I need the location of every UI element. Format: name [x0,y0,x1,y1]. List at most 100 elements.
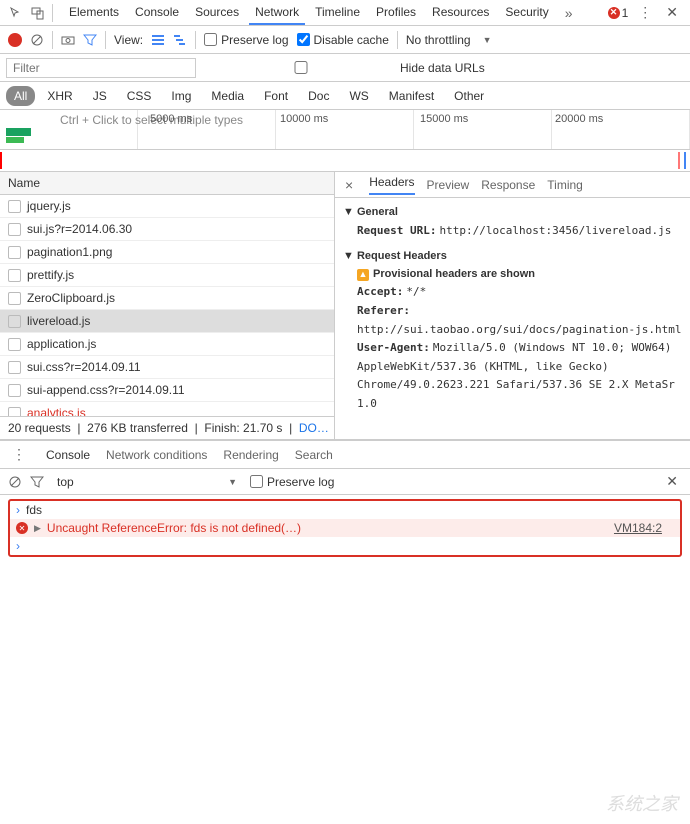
file-icon [8,315,21,328]
highlighted-console-block: › fds ✕ Uncaught ReferenceError: fds is … [8,499,682,557]
prompt-icon: › [16,503,20,517]
request-row[interactable]: sui.css?r=2014.09.11 [0,356,334,379]
tl-mark: 15000 ms [420,113,468,125]
request-row[interactable]: sui.js?r=2014.06.30 [0,218,334,241]
device-icon[interactable] [30,5,46,21]
file-icon [8,269,21,282]
file-icon [8,223,21,236]
file-icon [8,200,21,213]
type-css[interactable]: CSS [119,86,160,106]
header-row: Accept: */* [357,283,682,302]
preserve-log-check[interactable]: Preserve log [204,33,288,47]
prompt-icon: › [16,539,20,553]
expand-icon[interactable] [34,523,41,534]
drawer-tab-search[interactable]: Search [295,448,333,462]
type-xhr[interactable]: XHR [39,86,80,106]
context-selector[interactable]: top▼ [52,473,242,491]
preserve-log-console[interactable]: Preserve log [250,475,334,489]
file-icon [8,361,21,374]
throttling-select[interactable]: No throttling [406,33,471,47]
screenshot-icon[interactable] [61,35,75,45]
status-bar: 20 requests | 276 KB transferred | Finis… [0,416,334,439]
tab-timeline[interactable]: Timeline [309,1,366,25]
request-row[interactable]: pagination1.png [0,241,334,264]
error-source-link[interactable]: VM184:2 [614,521,662,535]
filter-input[interactable] [6,58,196,78]
req-headers-section[interactable]: ▼ Request Headers [343,248,682,266]
request-row[interactable]: sui-append.css?r=2014.09.11 [0,379,334,402]
console-prompt-row[interactable]: › [10,537,680,555]
timeline-overview[interactable]: Ctrl + Click to select multiple types 50… [0,110,690,150]
network-activity-bar [6,137,24,143]
header-row: Referer: http://sui.taobao.org/sui/docs/… [357,302,682,339]
name-column-header[interactable]: Name [0,172,334,195]
file-icon [8,246,21,259]
request-row[interactable]: prettify.js [0,264,334,287]
tab-network[interactable]: Network [249,1,305,25]
type-font[interactable]: Font [256,86,296,106]
detail-tab-timing[interactable]: Timing [547,178,583,192]
drawer-menu-icon[interactable]: ⋮ [8,446,30,463]
console-input: fds [26,503,42,517]
type-filter-bar: AllXHRJSCSSImgMediaFontDocWSManifestOthe… [0,82,690,110]
close-drawer-icon[interactable]: ✕ [662,473,682,490]
general-section[interactable]: ▼ General [343,204,682,222]
tab-profiles[interactable]: Profiles [370,1,422,25]
request-row[interactable]: jquery.js [0,195,334,218]
chevron-down-icon[interactable]: ▼ [483,35,492,45]
request-row[interactable]: livereload.js [0,310,334,333]
close-devtools-icon[interactable]: ✕ [662,4,682,21]
inspect-icon[interactable] [8,5,24,21]
drawer-tab-network-conditions[interactable]: Network conditions [106,448,207,462]
provisional-warning: ▲Provisional headers are shown [343,266,682,284]
tl-mark: 10000 ms [280,113,328,125]
file-icon [8,292,21,305]
timeline-bars [0,150,690,172]
file-icon [8,407,21,417]
request-row[interactable]: application.js [0,333,334,356]
menu-icon[interactable]: ⋮ [634,4,656,21]
clear-icon[interactable] [30,33,44,47]
error-icon: ✕ [16,522,28,534]
tab-sources[interactable]: Sources [189,1,245,25]
detail-tab-headers[interactable]: Headers [369,175,414,195]
file-icon [8,338,21,351]
type-media[interactable]: Media [203,86,252,106]
header-row: User-Agent: Mozilla/5.0 (Windows NT 10.0… [357,339,682,413]
drawer-tab-rendering[interactable]: Rendering [223,448,278,462]
close-detail-icon[interactable]: × [341,177,357,193]
console-input-row: › fds [10,501,680,519]
watermark: 系统之家 [606,790,678,816]
type-js[interactable]: JS [85,86,115,106]
request-row[interactable]: ZeroClipboard.js [0,287,334,310]
detail-tab-preview[interactable]: Preview [427,178,470,192]
waterfall-view-icon[interactable] [173,34,187,46]
large-rows-icon[interactable] [151,34,165,46]
type-other[interactable]: Other [446,86,492,106]
disable-cache-check[interactable]: Disable cache [297,33,389,47]
tab-elements[interactable]: Elements [63,1,125,25]
view-label: View: [114,33,143,47]
hide-urls-check[interactable]: Hide data URLs [206,61,485,75]
clear-console-icon[interactable] [8,475,22,489]
type-manifest[interactable]: Manifest [381,86,442,106]
tab-security[interactable]: Security [499,1,554,25]
detail-tab-response[interactable]: Response [481,178,535,192]
type-ws[interactable]: WS [341,86,376,106]
network-activity-bar [6,128,31,136]
tab-resources[interactable]: Resources [426,1,495,25]
tab-console[interactable]: Console [129,1,185,25]
tl-mark: 20000 ms [555,113,603,125]
devtools-tabs: ElementsConsoleSourcesNetworkTimelinePro… [63,1,555,25]
request-row[interactable]: analytics.js [0,402,334,416]
type-all[interactable]: All [6,86,35,106]
record-button[interactable] [8,33,22,47]
error-count[interactable]: ✕1 [608,6,629,20]
type-img[interactable]: Img [163,86,199,106]
more-tabs-icon[interactable]: » [561,5,577,21]
console-filter-icon[interactable] [30,475,44,489]
console-error-row[interactable]: ✕ Uncaught ReferenceError: fds is not de… [10,519,680,537]
type-doc[interactable]: Doc [300,86,337,106]
filter-icon[interactable] [83,33,97,47]
drawer-tab-console[interactable]: Console [46,448,90,462]
